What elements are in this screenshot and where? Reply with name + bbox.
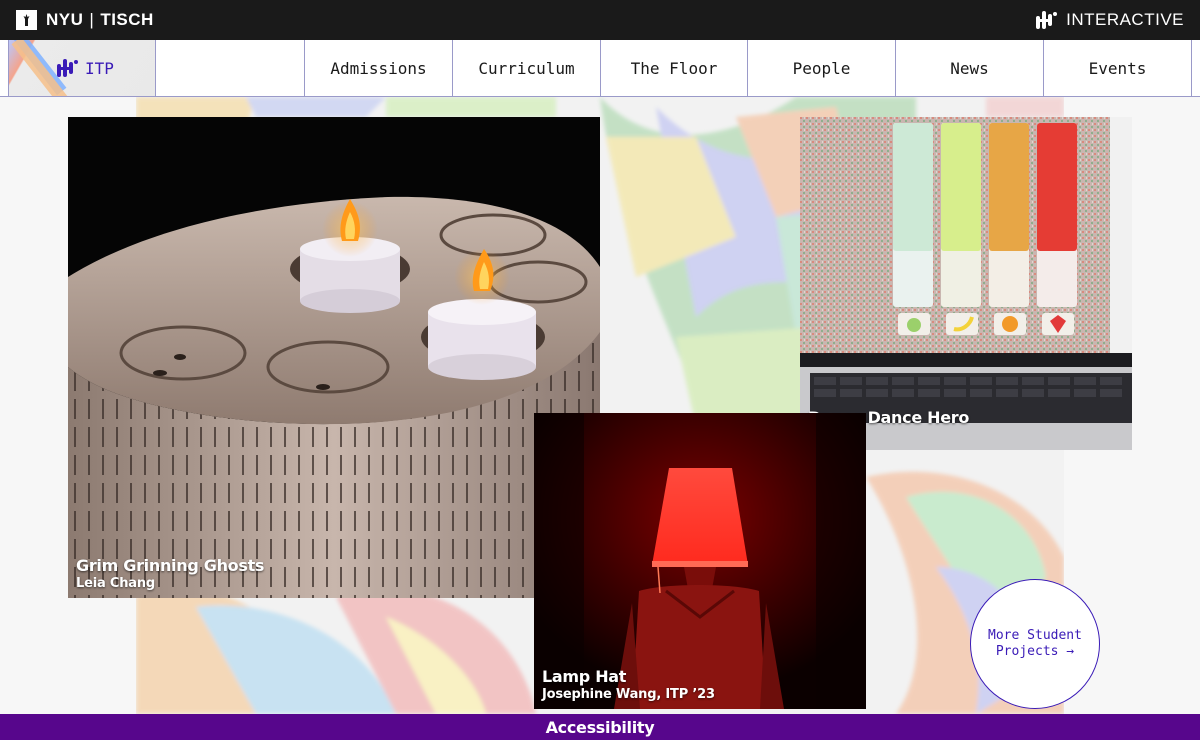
more-student-projects-button[interactable]: More Student Projects → bbox=[970, 579, 1100, 709]
nav-divider bbox=[1191, 40, 1192, 96]
project-author: Josephine Wang, ITP ’23 bbox=[542, 687, 715, 702]
nav-item-curriculum[interactable]: Curriculum bbox=[452, 40, 600, 96]
project-caption: Lamp Hat Josephine Wang, ITP ’23 bbox=[542, 667, 715, 703]
more-student-projects-label: More Student Projects → bbox=[988, 628, 1082, 659]
project-image-laptop-game bbox=[800, 117, 1132, 450]
nav-item-events[interactable]: Events bbox=[1043, 40, 1191, 96]
project-title: Grim Grinning Ghosts bbox=[76, 556, 265, 575]
nav-item-people[interactable]: People bbox=[747, 40, 895, 96]
nyu-tisch-brand[interactable]: NYU | TISCH bbox=[46, 10, 154, 30]
accessibility-bar: Accessibility bbox=[0, 714, 1200, 740]
project-image-lamp-hat bbox=[534, 413, 866, 709]
itp-label: ITP bbox=[85, 58, 114, 78]
brand-nyu: NYU bbox=[46, 10, 84, 29]
top-bar: NYU | TISCH INTERACTIVE bbox=[0, 0, 1200, 40]
itp-logo-icon bbox=[57, 59, 78, 77]
project-card-lamp-hat[interactable]: Lamp Hat Josephine Wang, ITP ’23 bbox=[534, 413, 866, 709]
project-title: Lamp Hat bbox=[542, 667, 627, 686]
interactive-logo-icon bbox=[1036, 11, 1058, 29]
accessibility-link[interactable]: Accessibility bbox=[546, 718, 655, 737]
project-card-grim-grinning-ghosts[interactable]: Grim Grinning Ghosts Leia Chang bbox=[68, 117, 600, 598]
brand-tisch: TISCH bbox=[100, 10, 154, 29]
nyu-torch-icon[interactable] bbox=[16, 10, 37, 30]
project-image-candle-box bbox=[68, 117, 600, 598]
project-card-dance-dance-hero[interactable]: Dance Dance Hero Julia Lu bbox=[800, 117, 1132, 450]
brand-separator: | bbox=[89, 10, 95, 29]
itp-logo: ITP bbox=[55, 57, 114, 79]
interactive-label: INTERACTIVE bbox=[1066, 10, 1184, 29]
project-caption: Grim Grinning Ghosts Leia Chang bbox=[76, 556, 264, 592]
main-nav: ITP Admissions Curriculum The Floor Peop… bbox=[0, 40, 1200, 97]
nav-item-the-floor[interactable]: The Floor bbox=[600, 40, 747, 96]
interactive-brand[interactable]: INTERACTIVE bbox=[1034, 10, 1184, 30]
itp-home-link[interactable]: ITP bbox=[8, 40, 156, 96]
project-author: Leia Chang bbox=[76, 576, 155, 591]
nav-item-news[interactable]: News bbox=[895, 40, 1043, 96]
nav-item-admissions[interactable]: Admissions bbox=[304, 40, 452, 96]
